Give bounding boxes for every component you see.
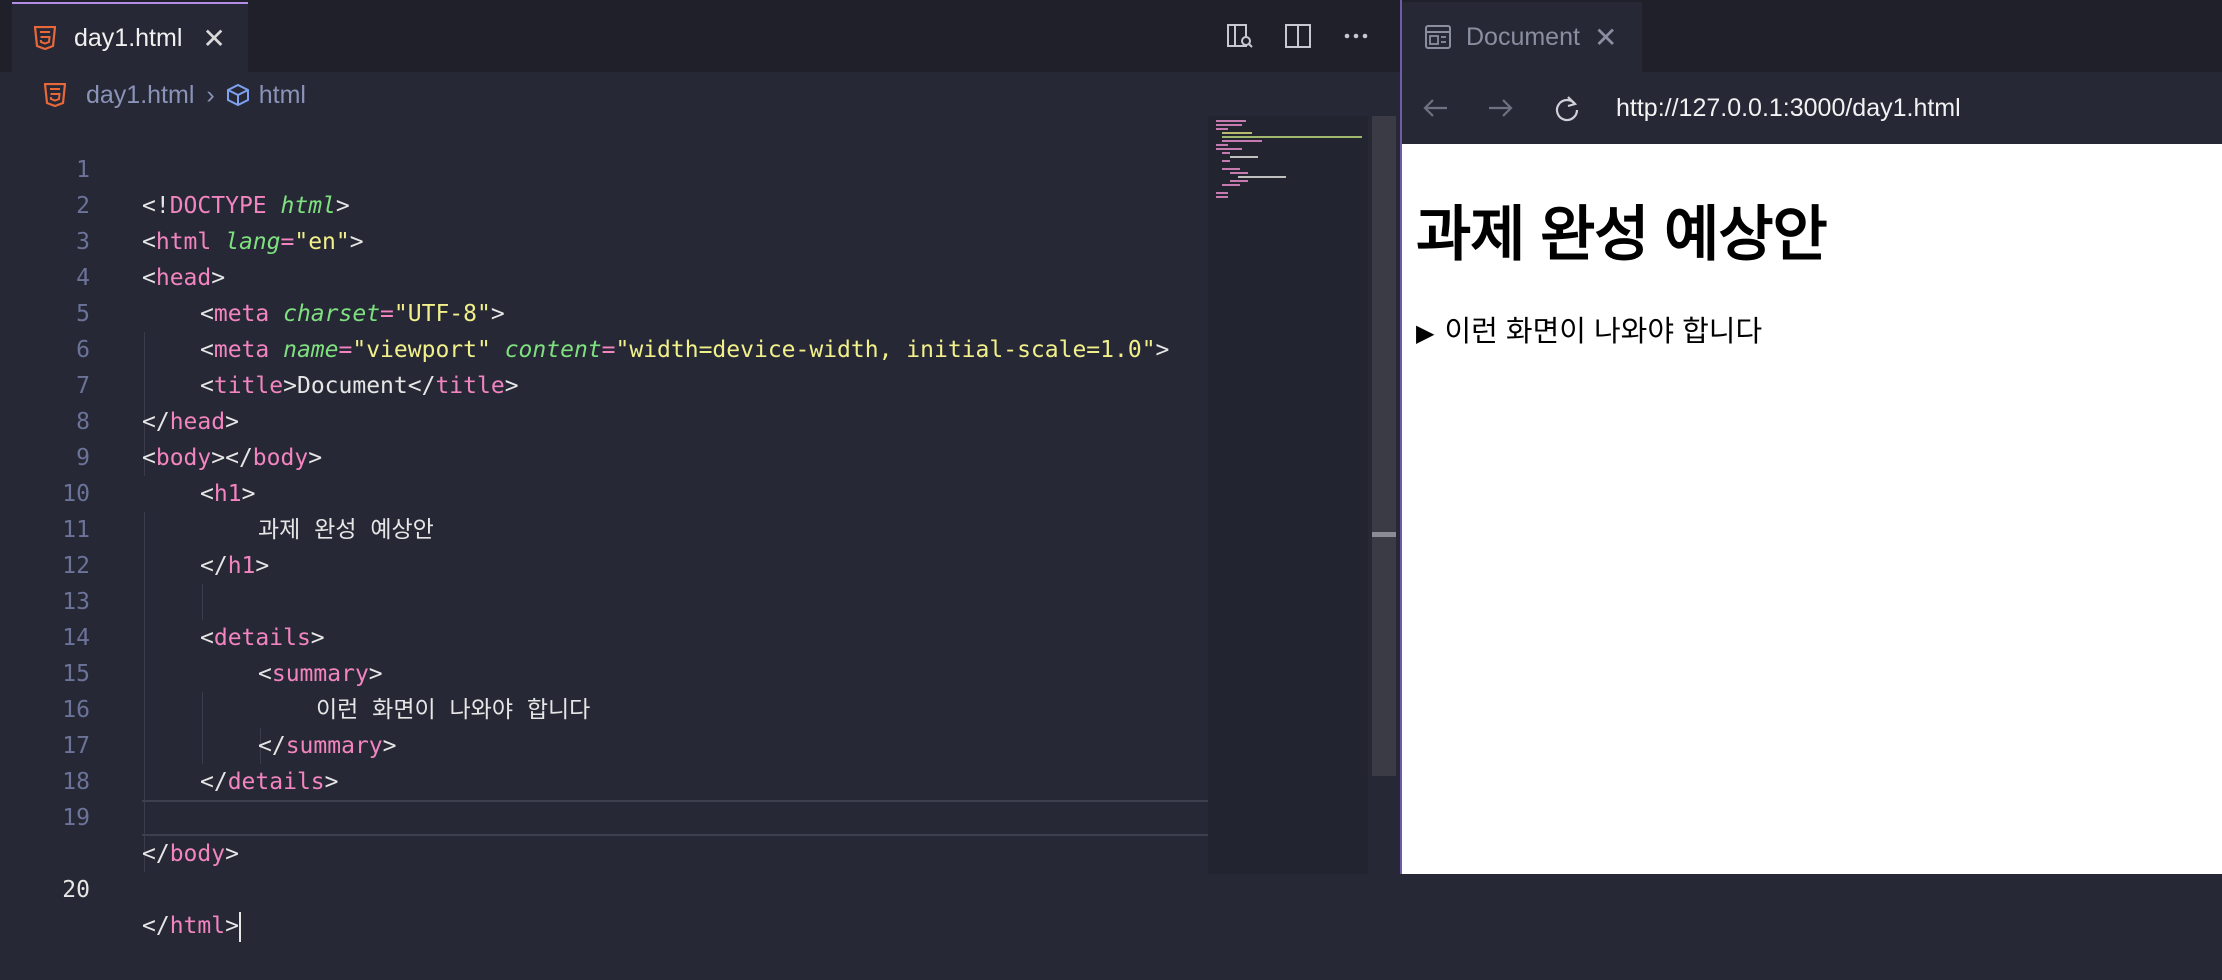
code-line-4: 4 <meta charset="UTF-8"> bbox=[0, 224, 1208, 327]
code-line-17: 17 </details> bbox=[0, 692, 1208, 795]
preview-tab[interactable]: Document ✕ bbox=[1402, 2, 1642, 72]
code-line-20: 20 </html> bbox=[0, 800, 1208, 942]
code-line-16: 16 </summary> bbox=[0, 656, 1208, 759]
preview-page: 과제 완성 예상안 ▶ 이런 화면이 나와야 합니다 bbox=[1402, 144, 2222, 874]
minimap[interactable] bbox=[1208, 116, 1368, 874]
code-line-18: 18 bbox=[0, 728, 1208, 795]
editor-actions bbox=[1226, 22, 1370, 50]
html5-icon bbox=[34, 26, 56, 50]
summary-text: 이런 화면이 나와야 합니다 bbox=[1444, 316, 1763, 348]
close-icon[interactable]: ✕ bbox=[202, 22, 225, 55]
scrollbar-thumb[interactable] bbox=[1372, 116, 1396, 776]
back-arrow-icon[interactable] bbox=[1420, 93, 1450, 123]
close-icon[interactable]: ✕ bbox=[1594, 21, 1617, 54]
preview-tab-bar: Document ✕ bbox=[1402, 0, 2222, 72]
code-editor[interactable]: day1.html ✕ day1.html › html 1 <!DOCTYPE… bbox=[0, 0, 1400, 942]
code-line-1: 1 <!DOCTYPE html> bbox=[0, 116, 1208, 219]
code-line-19: 19 </body> bbox=[0, 764, 1208, 867]
html5-icon bbox=[44, 83, 66, 107]
code-line-12: 12 bbox=[0, 512, 1208, 579]
editor-tab-label: day1.html bbox=[74, 23, 183, 52]
text-cursor bbox=[238, 911, 241, 942]
code-line-10: 10 과제 완성 예상안 bbox=[0, 440, 1208, 543]
code-line-6: 6 <title>Document</title> bbox=[0, 296, 1208, 399]
breadcrumb-node[interactable]: html bbox=[259, 81, 306, 110]
browser-preview-icon bbox=[1425, 25, 1451, 49]
code-line-5: 5 <meta name="viewport" content="width=d… bbox=[0, 260, 1208, 363]
open-preview-icon[interactable] bbox=[1226, 22, 1254, 50]
browser-preview: Document ✕ http://127.0.0.1:3000/day1.ht… bbox=[1402, 0, 2222, 874]
code-line-8: 8 <body></body> bbox=[0, 368, 1208, 471]
code-line-7: 7 </head> bbox=[0, 332, 1208, 435]
code-area[interactable]: 1 <!DOCTYPE html> 2 <html lang="en"> 3 <… bbox=[0, 116, 1208, 942]
breadcrumb-file[interactable]: day1.html bbox=[86, 81, 194, 110]
preview-nav-bar: http://127.0.0.1:3000/day1.html bbox=[1402, 72, 2222, 144]
current-line-highlight bbox=[142, 800, 1208, 836]
more-actions-icon[interactable] bbox=[1342, 22, 1370, 50]
forward-arrow-icon[interactable] bbox=[1486, 93, 1516, 123]
code-line-9: 9 <h1> bbox=[0, 404, 1208, 507]
details-summary[interactable]: ▶ 이런 화면이 나와야 합니다 bbox=[1416, 308, 1762, 350]
breadcrumb: day1.html › html bbox=[44, 80, 306, 110]
chevron-right-icon: › bbox=[206, 80, 215, 109]
line-number: 20 bbox=[62, 877, 90, 903]
preview-tab-title: Document bbox=[1466, 22, 1580, 51]
cube-icon bbox=[226, 83, 249, 107]
code-line-2: 2 <html lang="en"> bbox=[0, 152, 1208, 255]
disclosure-triangle-icon[interactable]: ▶ bbox=[1416, 319, 1434, 348]
editor-tab-bar: day1.html ✕ bbox=[0, 0, 1400, 72]
code-line-3: 3 <head> bbox=[0, 188, 1208, 291]
code-line-13: 13 <details> bbox=[0, 548, 1208, 651]
code-line-15: 15 이런 화면이 나와야 합니다 bbox=[0, 620, 1208, 723]
split-editor-icon[interactable] bbox=[1284, 22, 1312, 50]
page-heading: 과제 완성 예상안 bbox=[1416, 201, 1828, 268]
code-line-14: 14 <summary> bbox=[0, 584, 1208, 687]
code-line-11: 11 </h1> bbox=[0, 476, 1208, 579]
editor-tab-day1[interactable]: day1.html ✕ bbox=[12, 2, 248, 72]
url-field[interactable]: http://127.0.0.1:3000/day1.html bbox=[1616, 94, 1961, 123]
scrollbar-cursor-marker bbox=[1372, 532, 1396, 537]
reload-icon[interactable] bbox=[1552, 93, 1582, 123]
